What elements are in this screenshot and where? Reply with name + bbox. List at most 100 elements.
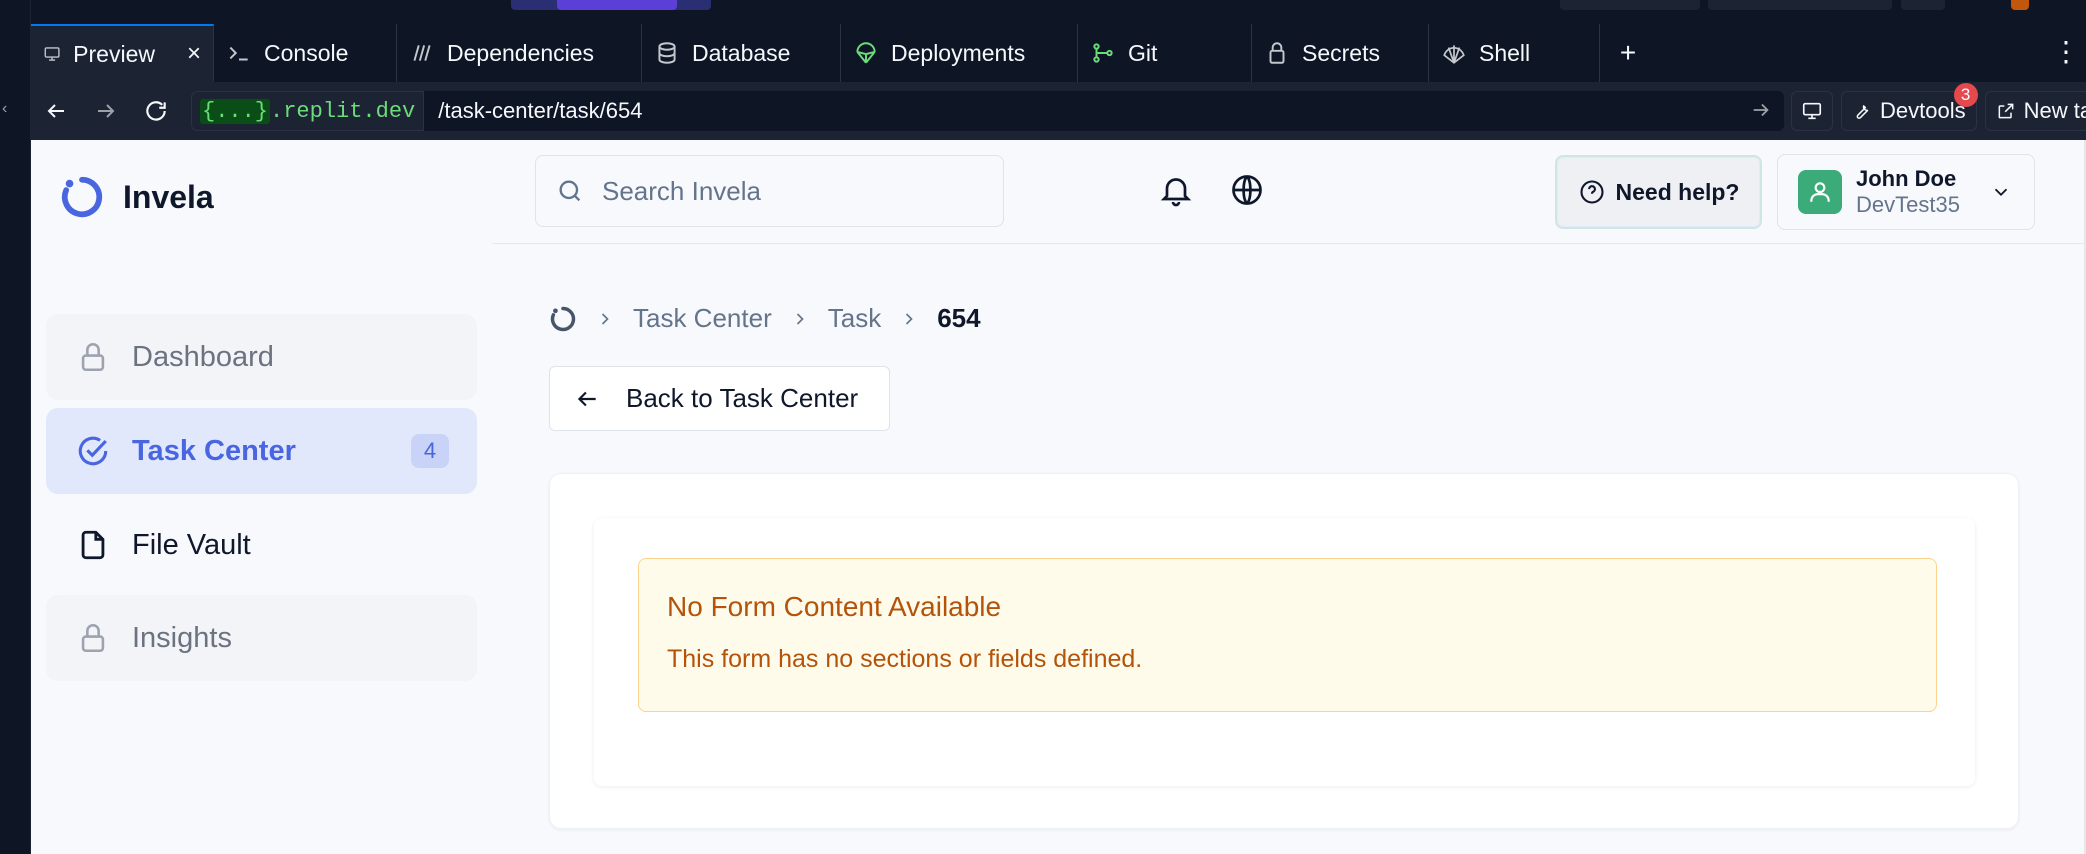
devtools-label: Devtools xyxy=(1880,98,1966,123)
sidebar-item-file-vault[interactable]: File Vault xyxy=(46,502,477,588)
sidebar-item-insights[interactable]: Insights xyxy=(46,595,477,681)
help-circle-icon xyxy=(1579,180,1604,204)
file-icon xyxy=(81,530,105,560)
deployments-icon xyxy=(856,42,876,64)
breadcrumb-task[interactable]: Task xyxy=(828,303,881,334)
sidebar-item-label: Insights xyxy=(132,621,232,654)
back-arrow-button[interactable] xyxy=(31,86,81,136)
user-menu-button[interactable]: John Doe DevTest35 xyxy=(1777,154,2035,230)
reload-icon xyxy=(146,101,166,121)
collapse-icon[interactable]: ‹ xyxy=(2,100,12,117)
sidebar-item-task-center[interactable]: Task Center 4 xyxy=(46,408,477,494)
brand[interactable]: Invela xyxy=(59,174,214,220)
main-content: Task Center Task 654 Back to Task Center… xyxy=(492,245,2086,854)
lock-icon xyxy=(81,624,105,653)
sidebar-item-label: File Vault xyxy=(132,528,251,561)
home-logo-icon[interactable] xyxy=(549,305,577,333)
check-circle-icon xyxy=(78,436,108,466)
preview-url-bar: {...} .replit.dev /task-center/task/654 D… xyxy=(31,82,2086,140)
ide-tab-bar: Preview × Console Dependencies Database … xyxy=(31,24,2086,82)
tab-dependencies[interactable]: Dependencies xyxy=(397,24,642,82)
arrow-left-icon xyxy=(47,104,64,118)
invela-logo-icon xyxy=(61,176,103,218)
devtools-count-badge: 3 xyxy=(1953,83,1978,107)
top-bar-control[interactable] xyxy=(1901,0,1945,10)
sidebar-item-dashboard[interactable]: Dashboard xyxy=(46,314,477,400)
search-icon xyxy=(559,180,581,202)
user-icon xyxy=(1810,182,1830,202)
sidebar: Invela Dashboard Task Center 4 File Vaul… xyxy=(31,140,492,854)
tab-secrets[interactable]: Secrets xyxy=(1252,24,1429,82)
search-input[interactable] xyxy=(602,175,982,207)
chevron-down-icon xyxy=(1994,188,2008,197)
tab-deployments[interactable]: Deployments xyxy=(841,24,1078,82)
back-to-task-center-button[interactable]: Back to Task Center xyxy=(549,366,890,431)
arrow-left-icon xyxy=(577,391,596,406)
app-preview: Invela Dashboard Task Center 4 File Vaul… xyxy=(31,140,2086,854)
tab-label: Git xyxy=(1128,39,1158,66)
add-tab-button[interactable]: + xyxy=(1600,24,1656,82)
chevron-right-icon xyxy=(601,312,609,325)
form-container: No Form Content Available This form has … xyxy=(594,518,1975,786)
shell-icon xyxy=(1443,45,1465,64)
monitor-icon xyxy=(44,47,60,61)
reload-button[interactable] xyxy=(131,86,181,136)
tab-label: Secrets xyxy=(1302,39,1380,66)
tab-preview[interactable]: Preview × xyxy=(31,24,214,82)
top-bar-highlight xyxy=(557,0,677,10)
tab-console[interactable]: Console xyxy=(214,24,397,82)
top-bar-avatar[interactable] xyxy=(2011,0,2029,10)
go-arrow-icon[interactable] xyxy=(1750,99,1772,121)
notice-body: This form has no sections or fields defi… xyxy=(667,645,1143,673)
user-name: John Doe xyxy=(1856,166,1957,191)
tab-label: Deployments xyxy=(891,39,1026,66)
ide-top-bar xyxy=(31,0,2086,10)
device-preview-button[interactable] xyxy=(1791,91,1833,131)
url-field[interactable]: {...} .replit.dev /task-center/task/654 xyxy=(191,91,1784,131)
new-tab-button[interactable]: New tab xyxy=(1984,91,2086,131)
external-link-icon xyxy=(1998,103,2014,119)
task-form-card: No Form Content Available This form has … xyxy=(549,473,2019,829)
bell-icon[interactable] xyxy=(1158,172,1194,208)
sidebar-item-label: Task Center xyxy=(132,434,296,467)
back-button-label: Back to Task Center xyxy=(626,383,859,413)
forward-arrow-button[interactable] xyxy=(81,86,131,136)
tab-label: Shell xyxy=(1479,39,1531,66)
brand-name: Invela xyxy=(123,178,214,215)
git-icon xyxy=(1093,43,1113,63)
need-help-button[interactable]: Need help? xyxy=(1555,155,1762,229)
top-bar-control[interactable] xyxy=(1708,0,1892,10)
url-domain-prefix: {...} xyxy=(200,98,271,124)
breadcrumb-current: 654 xyxy=(937,303,981,333)
globe-icon[interactable] xyxy=(1229,172,1265,208)
url-domain: {...} .replit.dev xyxy=(191,91,425,131)
devtools-button[interactable]: Devtools 3 xyxy=(1841,83,1978,131)
terminal-icon xyxy=(229,46,248,61)
task-count-badge: 4 xyxy=(411,434,449,468)
breadcrumb-task-center[interactable]: Task Center xyxy=(633,303,772,334)
breadcrumb: Task Center Task 654 xyxy=(549,303,981,334)
more-options-icon[interactable]: ⋮ xyxy=(2052,38,2080,66)
empty-form-notice: No Form Content Available This form has … xyxy=(638,558,1937,712)
search-box[interactable] xyxy=(535,155,1004,227)
tab-shell[interactable]: Shell xyxy=(1429,24,1600,82)
database-icon xyxy=(658,42,676,64)
url-domain-suffix: .replit.dev xyxy=(270,98,416,124)
lock-icon xyxy=(1269,42,1285,64)
monitor-icon xyxy=(1802,102,1822,120)
need-help-label: Need help? xyxy=(1615,178,1740,205)
url-path: /task-center/task/654 xyxy=(438,98,643,123)
tab-label: Dependencies xyxy=(447,39,595,66)
user-org: DevTest35 xyxy=(1856,192,1960,217)
close-icon[interactable]: × xyxy=(187,40,201,68)
tab-git[interactable]: Git xyxy=(1078,24,1252,82)
tab-database[interactable]: Database xyxy=(642,24,841,82)
tab-label: Console xyxy=(264,39,349,66)
top-bar-control[interactable] xyxy=(1560,0,1700,10)
lock-icon xyxy=(81,343,105,372)
user-info: John Doe DevTest35 xyxy=(1856,166,1960,218)
url-bar-actions: Devtools 3 New tab xyxy=(1791,83,2086,131)
chevron-right-icon xyxy=(906,312,913,325)
tab-label: Database xyxy=(692,39,791,66)
tab-label: Preview xyxy=(73,40,155,67)
